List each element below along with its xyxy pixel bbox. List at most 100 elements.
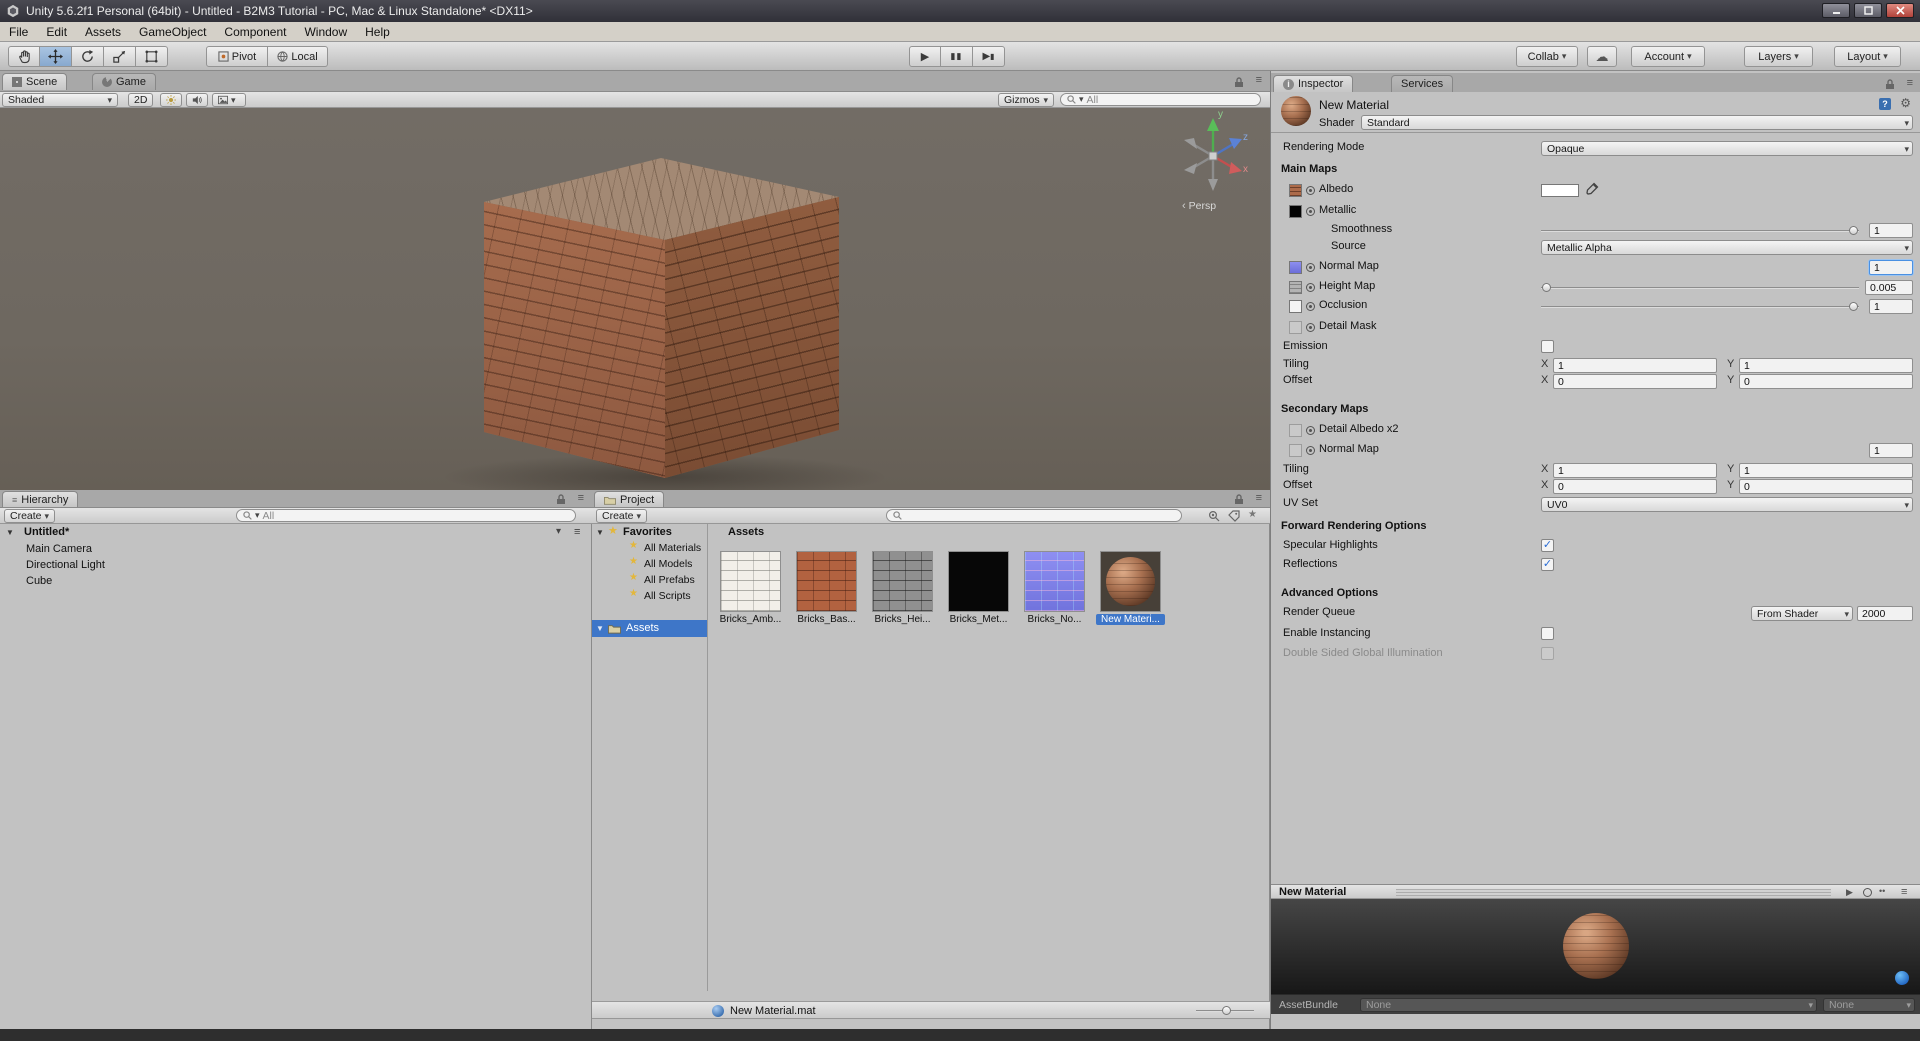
scale-tool-button[interactable] — [104, 46, 136, 67]
favorites-all-prefabs[interactable]: All Prefabs — [644, 574, 695, 586]
asset-label[interactable]: Bricks_No... — [1020, 614, 1089, 625]
smoothness-value-field[interactable]: 1 — [1869, 223, 1913, 238]
scene-row-dropdown-icon[interactable]: ▾ — [556, 526, 561, 537]
emission-checkbox[interactable] — [1541, 340, 1554, 353]
tab-inspector[interactable]: i Inspector — [1273, 75, 1354, 92]
pivot-button[interactable]: Pivot — [206, 46, 268, 67]
preview-light-icon[interactable]: •• — [1879, 886, 1885, 896]
audio-toggle-button[interactable] — [186, 93, 208, 107]
reflections-checkbox[interactable]: ✓ — [1541, 558, 1554, 571]
material-preview-area[interactable] — [1271, 899, 1920, 994]
albedo-color-swatch[interactable] — [1541, 184, 1579, 197]
normal-map-texture-thumb[interactable] — [1289, 261, 1302, 274]
menu-icon[interactable]: ≡ — [1256, 492, 1262, 504]
asset-label[interactable]: Bricks_Bas... — [792, 614, 861, 625]
lock-icon[interactable] — [556, 494, 566, 505]
scene-row-menu-icon[interactable]: ≡ — [574, 526, 580, 538]
asset-thumb-bricks-no[interactable] — [1024, 551, 1085, 612]
preview-header-bar[interactable]: New Material ▶ •• ≡ — [1271, 884, 1920, 899]
preview-play-icon[interactable]: ▶ — [1846, 887, 1853, 898]
secondary-offset-y-field[interactable]: 0 — [1739, 479, 1913, 494]
normal-map-object-picker-icon[interactable] — [1306, 263, 1315, 272]
albedo-object-picker-icon[interactable] — [1306, 186, 1315, 195]
collab-button[interactable]: Collab ▾ — [1516, 46, 1578, 67]
play-button[interactable]: ▶ — [909, 46, 941, 67]
cloud-button[interactable]: ☁ — [1587, 46, 1617, 67]
hierarchy-item-cube[interactable]: Cube — [26, 575, 52, 587]
slider-knob[interactable] — [1542, 283, 1551, 292]
project-search-input[interactable] — [886, 509, 1182, 522]
menu-component[interactable]: Component — [215, 25, 295, 39]
scene-viewport[interactable]: y z x ‹ Persp — [0, 108, 1270, 490]
tab-project[interactable]: Project — [594, 491, 665, 507]
lock-icon[interactable] — [1885, 79, 1895, 90]
occlusion-value-field[interactable]: 1 — [1869, 299, 1913, 314]
asset-thumb-bricks-amb[interactable] — [720, 551, 781, 612]
tab-scene[interactable]: Scene — [2, 73, 68, 90]
menu-icon[interactable]: ≡ — [1907, 77, 1913, 89]
favorites-all-models[interactable]: All Models — [644, 558, 692, 570]
lock-icon[interactable] — [1234, 494, 1244, 505]
eyedropper-icon[interactable] — [1585, 182, 1599, 196]
secondary-normal-map-value-field[interactable]: 1 — [1869, 443, 1913, 458]
asset-label[interactable]: Bricks_Met... — [944, 614, 1013, 625]
preview-vc-icon[interactable] — [1895, 971, 1909, 985]
preview-menu-icon[interactable]: ≡ — [1901, 886, 1907, 898]
close-button[interactable] — [1886, 3, 1914, 18]
menu-file[interactable]: File — [0, 25, 37, 39]
account-button[interactable]: Account ▾ — [1631, 46, 1705, 67]
hierarchy-search-input[interactable]: ▾ All — [236, 509, 576, 522]
menu-help[interactable]: Help — [356, 25, 399, 39]
preview-model-icon[interactable] — [1863, 888, 1872, 897]
detail-albedo-texture-thumb[interactable] — [1289, 424, 1302, 437]
maximize-button[interactable] — [1854, 3, 1882, 18]
tab-services[interactable]: Services — [1391, 75, 1454, 92]
layers-button[interactable]: Layers ▾ — [1744, 46, 1813, 67]
pause-button[interactable]: ▮▮ — [941, 46, 973, 67]
secondary-normal-map-object-picker-icon[interactable] — [1306, 446, 1315, 455]
height-map-slider[interactable] — [1541, 283, 1859, 292]
menu-assets[interactable]: Assets — [76, 25, 130, 39]
scene-orientation-gizmo[interactable]: y z x — [1172, 109, 1254, 200]
help-icon[interactable]: ? — [1879, 98, 1891, 110]
assetbundle-variant-dropdown[interactable]: None ▾ — [1823, 998, 1915, 1012]
tiling-x-field[interactable]: 1 — [1553, 358, 1717, 373]
menu-window[interactable]: Window — [295, 25, 356, 39]
height-map-object-picker-icon[interactable] — [1306, 283, 1315, 292]
slider-knob[interactable] — [1849, 302, 1858, 311]
specular-highlights-checkbox[interactable]: ✓ — [1541, 539, 1554, 552]
smoothness-slider[interactable] — [1541, 226, 1859, 235]
minimize-button[interactable] — [1822, 3, 1850, 18]
gizmos-dropdown[interactable]: Gizmos ▾ — [998, 93, 1054, 107]
lock-icon[interactable] — [1234, 77, 1244, 88]
source-dropdown[interactable]: Metallic Alpha ▾ — [1541, 240, 1913, 255]
layout-button[interactable]: Layout ▾ — [1834, 46, 1901, 67]
shaded-dropdown[interactable]: Shaded ▾ — [2, 93, 118, 107]
menu-icon[interactable]: ≡ — [1256, 74, 1262, 86]
collapse-arrow-icon[interactable]: ▼ — [6, 528, 14, 537]
occlusion-texture-thumb[interactable] — [1289, 300, 1302, 313]
assetbundle-dropdown[interactable]: None ▾ — [1360, 998, 1817, 1012]
assets-folder-row[interactable]: ▼ Assets — [592, 620, 707, 637]
secondary-tiling-y-field[interactable]: 1 — [1739, 463, 1913, 478]
rendering-mode-dropdown[interactable]: Opaque ▾ — [1541, 141, 1913, 156]
gear-icon[interactable]: ⚙ — [1900, 96, 1911, 110]
search-by-type-icon[interactable] — [1208, 510, 1220, 522]
gizmo-axis-x-label[interactable]: x — [1243, 164, 1248, 175]
gizmo-axis-y-label[interactable]: y — [1218, 109, 1223, 120]
slider-knob[interactable] — [1849, 226, 1858, 235]
detail-mask-texture-thumb[interactable] — [1289, 321, 1302, 334]
collapse-arrow-icon[interactable]: ▼ — [596, 624, 604, 633]
local-button[interactable]: Local — [268, 46, 328, 67]
hierarchy-scene-row[interactable]: Untitled* — [24, 526, 69, 538]
hand-tool-button[interactable] — [8, 46, 40, 67]
albedo-texture-thumb[interactable] — [1289, 184, 1302, 197]
asset-thumb-new-material[interactable] — [1100, 551, 1161, 612]
effects-dropdown[interactable]: ▾ — [212, 93, 246, 107]
enable-instancing-checkbox[interactable] — [1541, 627, 1554, 640]
thumbnail-size-slider[interactable] — [1196, 1006, 1254, 1015]
lighting-toggle-button[interactable] — [160, 93, 182, 107]
detail-albedo-object-picker-icon[interactable] — [1306, 426, 1315, 435]
perspective-toggle[interactable]: ‹ Persp — [1182, 200, 1216, 212]
menu-icon[interactable]: ≡ — [578, 492, 584, 504]
